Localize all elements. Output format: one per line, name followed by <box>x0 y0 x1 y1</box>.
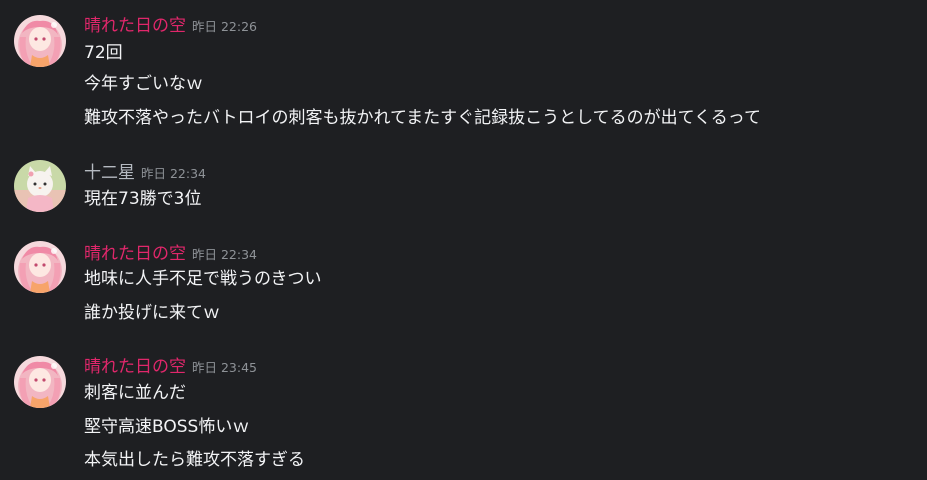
message-header: 十二星 昨日 22:34 <box>84 160 206 186</box>
timestamp: 昨日 22:34 <box>192 247 257 262</box>
author-name[interactable]: 晴れた日の空 <box>84 16 186 36</box>
message-text: 現在73勝で3位 <box>84 189 202 209</box>
chat-log: 晴れた日の空 昨日 22:26 72回 今年すごいなｗ 難攻不落やったバトロイの刺… <box>0 0 927 480</box>
timestamp: 昨日 22:34 <box>141 166 206 181</box>
message-text: 今年すごいなｗ <box>84 74 203 94</box>
avatar-haretahinosora[interactable] <box>14 15 66 67</box>
avatar-juunisei[interactable] <box>14 160 66 212</box>
message-text: 誰か投げに来てｗ <box>84 303 220 323</box>
message-header: 晴れた日の空 昨日 23:45 <box>84 354 257 380</box>
message-header: 晴れた日の空 昨日 22:34 <box>84 241 257 267</box>
author-name[interactable]: 十二星 <box>84 163 135 183</box>
author-name[interactable]: 晴れた日の空 <box>84 357 186 377</box>
message-text: 難攻不落やったバトロイの刺客も抜かれてまたすぐ記録抜こうとしてるのが出てくるって <box>84 108 761 128</box>
message-text: 72回 <box>84 43 123 63</box>
timestamp: 昨日 22:26 <box>192 19 257 34</box>
avatar-haretahinosora[interactable] <box>14 241 66 293</box>
avatar-haretahinosora[interactable] <box>14 356 66 408</box>
message-text: 本気出したら難攻不落すぎる <box>84 450 305 470</box>
author-name[interactable]: 晴れた日の空 <box>84 244 186 264</box>
message-header: 晴れた日の空 昨日 22:26 <box>84 13 257 39</box>
timestamp: 昨日 23:45 <box>192 360 257 375</box>
message-text: 刺客に並んだ <box>84 383 186 403</box>
message-text: 地味に人手不足で戦うのきつい <box>84 269 322 289</box>
message-text: 堅守高速BOSS怖いｗ <box>84 417 250 437</box>
